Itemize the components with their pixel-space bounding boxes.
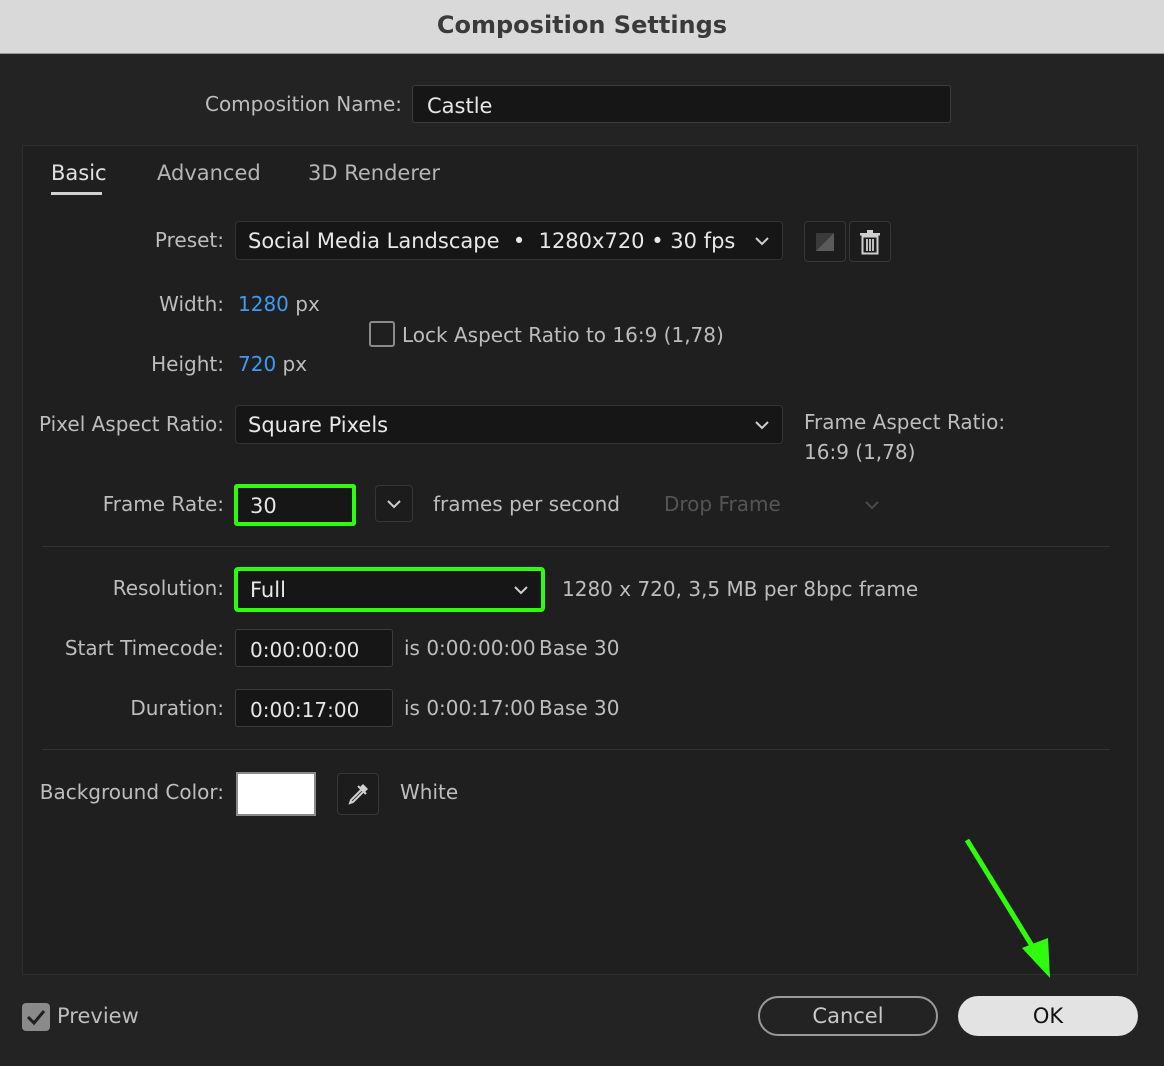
- eyedropper-icon: [348, 784, 368, 805]
- title-bar: Composition Settings: [0, 0, 1164, 54]
- duration-base: Base 30: [539, 696, 620, 720]
- composition-name-label: Composition Name:: [204, 92, 402, 116]
- start-timecode-input[interactable]: 0:00:00:00: [235, 629, 393, 667]
- background-color-label: Background Color:: [39, 780, 224, 804]
- preset-value: Social Media Landscape • 1280x720 • 30 f…: [248, 228, 736, 253]
- lock-aspect-checkbox[interactable]: [369, 321, 395, 347]
- duration-label: Duration:: [130, 696, 224, 720]
- height-unit: px: [282, 352, 308, 376]
- width-value[interactable]: 1280: [238, 292, 289, 316]
- resolution-label: Resolution:: [112, 576, 224, 600]
- duration-input[interactable]: 0:00:17:00: [235, 689, 393, 727]
- chevron-down-icon: [755, 420, 769, 429]
- divider: [42, 749, 1110, 750]
- tab-advanced[interactable]: Advanced: [157, 161, 261, 185]
- lock-aspect-label: Lock Aspect Ratio to 16:9 (1,78): [402, 323, 724, 347]
- width-unit: px: [295, 292, 320, 316]
- chevron-down-icon: [865, 500, 879, 509]
- tab-basic[interactable]: Basic: [51, 161, 107, 185]
- chevron-down-icon: [387, 499, 401, 508]
- start-timecode-equivalent: is 0:00:00:00: [404, 636, 536, 660]
- save-preset-button[interactable]: [804, 221, 846, 262]
- drop-frame-dropdown: Drop Frame: [652, 485, 892, 524]
- resolution-value: Full: [250, 577, 286, 602]
- frame-rate-unit: frames per second: [433, 492, 620, 516]
- chevron-down-icon: [755, 236, 769, 245]
- pixel-aspect-dropdown[interactable]: Square Pixels: [235, 405, 783, 444]
- duration-equivalent: is 0:00:17:00: [404, 696, 536, 720]
- divider: [42, 546, 1110, 547]
- annotation-arrow: [964, 838, 1050, 978]
- pixel-aspect-label: Pixel Aspect Ratio:: [39, 412, 224, 436]
- background-color-name: White: [400, 780, 459, 804]
- resolution-dropdown[interactable]: Full: [234, 567, 545, 612]
- height-value[interactable]: 720: [238, 352, 276, 376]
- start-timecode-base: Base 30: [539, 636, 620, 660]
- chevron-down-icon: [514, 585, 528, 594]
- width-label: Width:: [159, 292, 224, 316]
- frame-rate-input[interactable]: 30: [234, 484, 356, 526]
- start-timecode-label: Start Timecode:: [64, 636, 224, 660]
- tab-3d-renderer[interactable]: 3D Renderer: [308, 161, 440, 185]
- save-preset-icon: [816, 232, 834, 251]
- pixel-aspect-value: Square Pixels: [248, 412, 389, 437]
- height-field: 720 px: [238, 352, 307, 376]
- width-field: 1280 px: [238, 292, 320, 316]
- frame-rate-dropdown-button[interactable]: [375, 485, 413, 522]
- frame-rate-label: Frame Rate:: [102, 492, 224, 516]
- preset-dropdown[interactable]: Social Media Landscape • 1280x720 • 30 f…: [235, 221, 783, 260]
- preset-label: Preset:: [154, 228, 224, 252]
- delete-preset-button[interactable]: [849, 221, 891, 262]
- preview-checkbox[interactable]: [22, 1003, 50, 1031]
- frame-aspect-label: Frame Aspect Ratio:: [804, 410, 1006, 434]
- checkmark-icon: [26, 1010, 46, 1026]
- preview-label: Preview: [57, 1004, 139, 1028]
- ok-button[interactable]: OK: [958, 996, 1138, 1036]
- cancel-button[interactable]: Cancel: [758, 996, 938, 1036]
- resolution-info: 1280 x 720, 3,5 MB per 8bpc frame: [562, 577, 919, 601]
- background-color-swatch[interactable]: [236, 772, 316, 816]
- eyedropper-button[interactable]: [337, 773, 379, 815]
- height-label: Height:: [151, 352, 224, 376]
- trash-icon: [860, 229, 880, 254]
- tab-active-indicator: [51, 192, 102, 195]
- composition-name-input[interactable]: Castle: [412, 85, 951, 123]
- frame-aspect-value: 16:9 (1,78): [804, 440, 916, 464]
- drop-frame-label: Drop Frame: [664, 492, 781, 516]
- window-title: Composition Settings: [436, 11, 728, 39]
